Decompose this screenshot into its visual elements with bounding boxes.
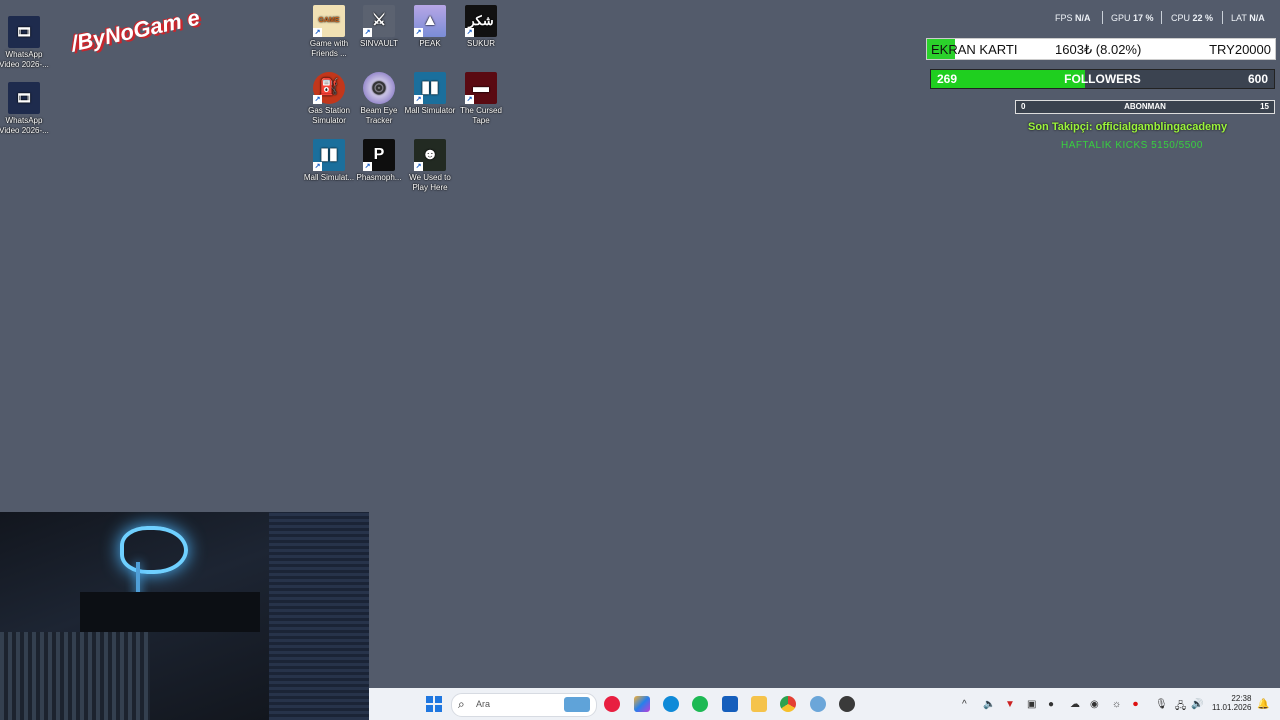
clock-date: 11.01.2026: [1212, 703, 1252, 712]
webcam-feed: [0, 512, 369, 720]
settings-icon[interactable]: [810, 696, 826, 712]
neon-light: [120, 526, 188, 574]
cpu-readout: CPU 22 %: [1171, 13, 1214, 23]
copilot-icon[interactable]: [634, 696, 650, 712]
spotify-icon[interactable]: [692, 696, 708, 712]
we-used-to-play-here-icon[interactable]: ☻ ↗ We Used to Play Here: [402, 139, 458, 193]
channel-logo-text: /ByNoGam e: [68, 4, 202, 57]
whatsapp-video-2-icon[interactable]: 🎞 WhatsApp Video 2026-...: [0, 82, 52, 136]
divider: [1102, 11, 1103, 24]
clock[interactable]: 22:38 11.01.2026: [1212, 694, 1251, 712]
volume-icon[interactable]: 🔈: [983, 699, 995, 710]
gpu-readout: GPU 17 %: [1111, 13, 1154, 23]
desk-furniture: [80, 592, 260, 632]
mall-simulator-2-icon[interactable]: ▮▮ ↗ Mall Simulat...: [301, 139, 357, 183]
tray-app-icon[interactable]: ●: [1048, 699, 1054, 710]
followers-target: 600: [1247, 72, 1268, 86]
tray-app-icon[interactable]: ▼: [1005, 699, 1015, 710]
record-icon[interactable]: ⏺: [1133, 699, 1138, 710]
donation-goal-amount: 1603₺ (8.02%): [1055, 42, 1142, 57]
chrome-icon[interactable]: [780, 696, 796, 712]
tray-app-icon[interactable]: ☼: [1112, 699, 1121, 710]
tray-app-icon[interactable]: ▣: [1027, 699, 1036, 710]
sinvault-icon[interactable]: ⚔ ↗ SINVAULT: [351, 5, 407, 49]
last-follower-text: Son Takipçi: officialgamblingacademy: [1028, 121, 1228, 133]
subscribers-label: ABONMAN: [1124, 102, 1166, 111]
game-with-friends-icon[interactable]: GAME ↗ Game with Friends ...: [301, 5, 357, 59]
subscribers-goal-bar: 0 ABONMAN 15: [1015, 100, 1275, 114]
donation-goal-target: TRY20000: [1209, 42, 1271, 57]
notification-icon[interactable]: 🔔: [1257, 699, 1269, 710]
the-cursed-tape-icon[interactable]: ▬ ↗ The Cursed Tape: [453, 72, 509, 126]
peak-icon[interactable]: ▲ ↗ PEAK: [402, 5, 458, 49]
microphone-icon[interactable]: 🎙: [1155, 699, 1168, 710]
beam-eye-tracker-icon[interactable]: ◎ Beam Eye Tracker: [351, 72, 407, 126]
search-widget-image: [564, 697, 590, 712]
channel-logo: /ByNoGam e: [69, 5, 202, 58]
file-explorer-icon[interactable]: [751, 696, 767, 712]
windows-start-icon[interactable]: [426, 696, 442, 712]
subscribers-target: 15: [1260, 102, 1269, 111]
taskbar-search[interactable]: ⌕ Ara: [451, 693, 597, 717]
followers-label: FOLLOWERS: [1064, 72, 1141, 86]
divider: [1161, 11, 1162, 24]
donation-goal-bar: EKRAN KARTI 1603₺ (8.02%) TRY20000: [926, 38, 1276, 60]
microsoft-store-icon[interactable]: [722, 696, 738, 712]
sukur-icon[interactable]: شكر ↗ SUKUR: [453, 5, 509, 49]
whatsapp-video-1-icon[interactable]: 🎞 WhatsApp Video 2026-...: [0, 16, 52, 70]
taskbar: ⌕ Ara ^ 🔈 ▼ ▣ ● ☁ ◉ ☼ ⏺ 🎙 🖧 🔊 22:38 11.0…: [369, 688, 1280, 720]
followers-goal-bar: 269 FOLLOWERS 600: [930, 69, 1275, 89]
chevron-up-icon[interactable]: ^: [962, 699, 967, 710]
gas-station-simulator-icon[interactable]: ⛽ ↗ Gas Station Simulator: [301, 72, 357, 126]
search-placeholder: Ara: [476, 699, 491, 709]
steam-icon[interactable]: ◉: [1090, 699, 1099, 710]
window-blinds: [269, 512, 369, 720]
speaker-icon[interactable]: 🔊: [1191, 699, 1203, 710]
fps-readout: FPS N/A: [1055, 13, 1091, 23]
cloud-icon[interactable]: ☁: [1070, 699, 1080, 710]
lat-readout: LAT N/A: [1231, 13, 1265, 23]
network-icon[interactable]: 🖧: [1175, 699, 1186, 716]
divider: [1222, 11, 1223, 24]
bed: [0, 632, 150, 720]
mall-simulator-icon[interactable]: ▮▮ ↗ Mall Simulator: [402, 72, 458, 116]
donation-goal-title: EKRAN KARTI: [931, 42, 1018, 57]
clock-time: 22:38: [1231, 694, 1252, 703]
edge-browser-icon[interactable]: [663, 696, 679, 712]
weekly-kicks-text: HAFTALIK KICKS 5150/5500: [1061, 140, 1203, 151]
media-app-icon[interactable]: [604, 696, 620, 712]
obs-icon[interactable]: [839, 696, 855, 712]
search-icon: ⌕: [458, 697, 465, 711]
phasmophobia-icon[interactable]: P ↗ Phasmoph...: [351, 139, 407, 183]
